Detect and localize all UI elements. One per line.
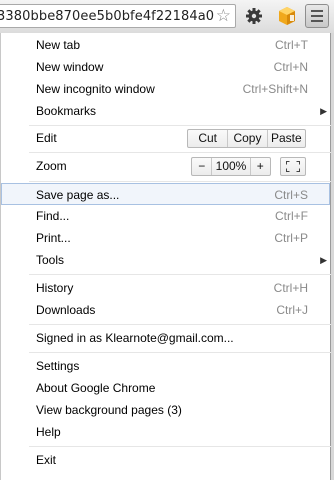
fullscreen-button[interactable]	[280, 157, 306, 176]
menu-item-label: Edit	[36, 131, 57, 145]
menu-item-label: New incognito window	[36, 82, 155, 96]
menu-item-label: Settings	[36, 359, 80, 373]
menu-item-label: History	[36, 281, 74, 295]
menu-item-background-pages[interactable]: View background pages (3)	[1, 399, 330, 421]
menu-item-label: Help	[36, 425, 61, 439]
menu-item-label: Print...	[36, 231, 71, 245]
menu-item-save-page-as[interactable]: Save page as... Ctrl+S	[1, 183, 330, 205]
menu-item-new-incognito-window[interactable]: New incognito window Ctrl+Shift+N	[1, 78, 330, 100]
menu-item-bookmarks[interactable]: Bookmarks ▶	[1, 100, 330, 122]
zoom-button-group: − 100% +	[191, 157, 271, 176]
menu-item-find[interactable]: Find... Ctrl+F	[1, 205, 330, 227]
menu-item-shortcut: Ctrl+F	[275, 209, 308, 223]
paste-button[interactable]: Paste	[268, 130, 305, 147]
menu-item-label: Bookmarks	[36, 104, 97, 118]
menu-item-label: Signed in as Klearnote@gmail.com...	[36, 331, 234, 345]
cut-button[interactable]: Cut	[188, 130, 229, 147]
menu-item-shortcut: Ctrl+Shift+N	[242, 82, 308, 96]
menu-item-label: About Google Chrome	[36, 381, 156, 395]
menu-item-label: New tab	[36, 38, 81, 52]
browser-toolbar: 3380bbe870ee5b0bfe4f22184a0 ☆	[0, 0, 334, 34]
menu-item-settings[interactable]: Settings	[1, 355, 330, 377]
menu-item-help[interactable]: Help	[1, 421, 330, 443]
menu-item-label: View background pages (3)	[36, 403, 182, 417]
menu-item-signed-in[interactable]: Signed in as Klearnote@gmail.com...	[1, 327, 330, 349]
menu-item-print[interactable]: Print... Ctrl+P	[1, 227, 330, 249]
menu-item-tools[interactable]: Tools ▶	[1, 249, 330, 271]
menu-separator	[29, 324, 331, 325]
menu-item-exit[interactable]: Exit	[1, 449, 330, 471]
fullscreen-icon	[286, 161, 300, 172]
menu-separator	[29, 181, 331, 182]
menu-item-label: New window	[36, 60, 104, 74]
zoom-out-button[interactable]: −	[192, 158, 213, 175]
menu-item-shortcut: Ctrl+J	[276, 303, 308, 317]
menu-item-history[interactable]: History Ctrl+H	[1, 277, 330, 299]
extension-icon[interactable]	[276, 5, 298, 27]
menu-item-label: Downloads	[36, 303, 96, 317]
menu-item-shortcut: Ctrl+N	[273, 60, 308, 74]
menu-item-shortcut: Ctrl+T	[275, 38, 308, 52]
copy-button[interactable]: Copy	[228, 130, 268, 147]
menu-item-label: Exit	[36, 453, 57, 467]
submenu-arrow-icon: ▶	[320, 255, 327, 265]
chrome-menu: New tab Ctrl+T New window Ctrl+N New inc…	[0, 33, 331, 480]
url-text[interactable]: 3380bbe870ee5b0bfe4f22184a0	[0, 9, 214, 24]
menu-item-shortcut: Ctrl+P	[274, 231, 308, 245]
edit-button-group: Cut Copy Paste	[187, 129, 306, 148]
menu-item-label: Tools	[36, 253, 65, 267]
menu-item-shortcut: Ctrl+S	[274, 188, 308, 202]
gear-icon[interactable]	[243, 5, 265, 27]
menu-separator	[29, 125, 331, 126]
menu-item-new-tab[interactable]: New tab Ctrl+T	[1, 34, 330, 56]
menu-separator	[29, 352, 331, 353]
menu-separator	[29, 152, 331, 153]
menu-item-label: Zoom	[36, 159, 67, 173]
menu-icon[interactable]	[305, 4, 329, 28]
menu-item-label: Find...	[36, 209, 70, 223]
menu-item-new-window[interactable]: New window Ctrl+N	[1, 56, 330, 78]
menu-item-edit: Edit Cut Copy Paste	[1, 127, 330, 149]
zoom-in-button[interactable]: +	[251, 158, 270, 175]
menu-separator	[29, 274, 331, 275]
menu-item-shortcut: Ctrl+H	[273, 281, 308, 295]
menu-item-label: Save page as...	[36, 188, 120, 202]
submenu-arrow-icon: ▶	[320, 106, 327, 116]
address-bar[interactable]: 3380bbe870ee5b0bfe4f22184a0 ☆	[0, 4, 236, 28]
zoom-level: 100%	[212, 158, 251, 175]
menu-item-about[interactable]: About Google Chrome	[1, 377, 330, 399]
menu-item-downloads[interactable]: Downloads Ctrl+J	[1, 299, 330, 321]
star-icon[interactable]: ☆	[216, 6, 231, 26]
menu-item-zoom: Zoom − 100% +	[1, 155, 330, 177]
menu-separator	[29, 446, 331, 447]
